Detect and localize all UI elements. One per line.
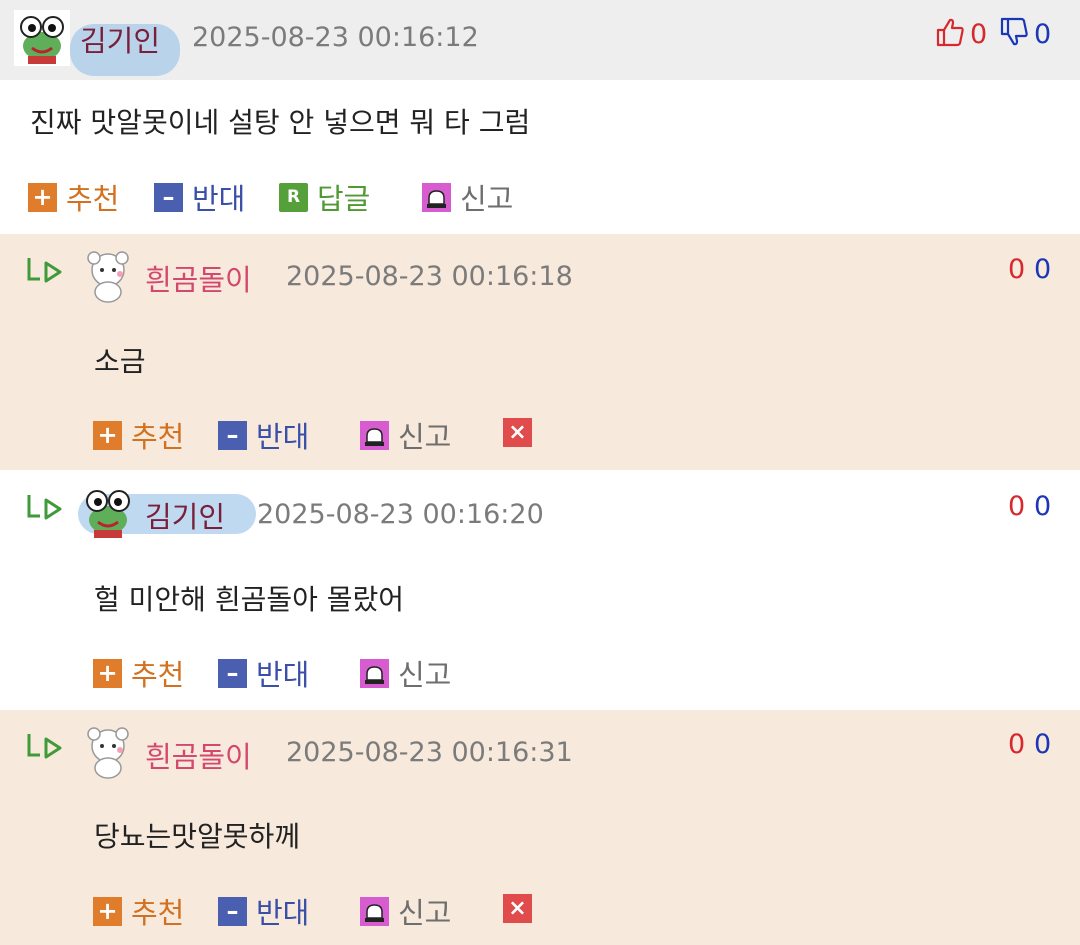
plus-icon: + bbox=[93, 420, 122, 450]
upvote-button[interactable]: 0 bbox=[934, 16, 987, 52]
report-button[interactable]: 신고 bbox=[360, 890, 451, 932]
reply-arrow-icon bbox=[26, 255, 64, 293]
upvote-count: 0 bbox=[970, 18, 988, 50]
plus-icon: + bbox=[28, 182, 57, 212]
comment-body: 헐 미안해 흰곰돌아 몰랐어 bbox=[94, 583, 405, 616]
comment-body: 진짜 맛알못이네 설탕 안 넣으면 뭐 타 그럼 bbox=[30, 106, 531, 139]
upvote-count[interactable]: 0 bbox=[1008, 491, 1025, 522]
thumbs-down-icon bbox=[998, 16, 1030, 52]
oppose-label: 반대 bbox=[192, 182, 246, 216]
siren-icon bbox=[360, 420, 389, 450]
comment-date: 2025-08-23 00:16:18 bbox=[286, 261, 573, 292]
recommend-label: 추천 bbox=[66, 182, 120, 216]
minus-icon: – bbox=[218, 420, 247, 450]
oppose-button[interactable]: – 반대 bbox=[154, 176, 245, 218]
oppose-button[interactable]: – 반대 bbox=[218, 652, 309, 694]
report-button[interactable]: 신고 bbox=[360, 652, 451, 694]
minus-icon: – bbox=[218, 896, 247, 926]
report-label: 신고 bbox=[460, 182, 514, 216]
minus-icon: – bbox=[154, 182, 183, 212]
recommend-label: 추천 bbox=[131, 896, 185, 930]
comment-body: 당뇨는맛알못하께 bbox=[94, 820, 301, 853]
downvote-count[interactable]: 0 bbox=[1034, 254, 1051, 285]
report-label: 신고 bbox=[398, 420, 452, 454]
recommend-button[interactable]: + 추천 bbox=[93, 890, 184, 932]
frog-avatar-icon[interactable] bbox=[14, 10, 70, 66]
recommend-label: 추천 bbox=[131, 420, 185, 454]
oppose-label: 반대 bbox=[256, 420, 310, 454]
plus-icon: + bbox=[93, 896, 122, 926]
reply-badge-icon: R bbox=[279, 182, 308, 212]
oppose-button[interactable]: – 반대 bbox=[218, 890, 309, 932]
comment-author[interactable]: 흰곰돌이 bbox=[145, 734, 252, 776]
report-button[interactable]: 신고 bbox=[360, 414, 451, 456]
reply-arrow-icon bbox=[26, 731, 64, 769]
upvote-count[interactable]: 0 bbox=[1008, 729, 1025, 760]
delete-icon[interactable]: × bbox=[503, 894, 532, 923]
comment-author[interactable]: 김기인 bbox=[80, 18, 160, 60]
oppose-label: 반대 bbox=[256, 658, 310, 692]
report-button[interactable]: 신고 bbox=[422, 176, 513, 218]
recommend-label: 추천 bbox=[131, 658, 185, 692]
comment-body: 소금 bbox=[94, 345, 146, 378]
report-label: 신고 bbox=[398, 896, 452, 930]
comment-date: 2025-08-23 00:16:31 bbox=[286, 737, 573, 768]
comment-date: 2025-08-23 00:16:12 bbox=[192, 22, 479, 53]
reply-arrow-icon bbox=[26, 492, 64, 530]
frog-avatar-icon[interactable] bbox=[80, 484, 136, 540]
siren-icon bbox=[360, 658, 389, 688]
siren-icon bbox=[360, 896, 389, 926]
plus-icon: + bbox=[93, 658, 122, 688]
report-label: 신고 bbox=[398, 658, 452, 692]
reply-button[interactable]: R 답글 bbox=[279, 176, 370, 218]
reply-label: 답글 bbox=[317, 182, 371, 216]
upvote-count[interactable]: 0 bbox=[1008, 254, 1025, 285]
oppose-label: 반대 bbox=[256, 896, 310, 930]
downvote-count[interactable]: 0 bbox=[1034, 491, 1051, 522]
downvote-button[interactable]: 0 bbox=[998, 16, 1051, 52]
thumbs-up-icon bbox=[934, 16, 966, 52]
recommend-button[interactable]: + 추천 bbox=[93, 652, 184, 694]
oppose-button[interactable]: – 반대 bbox=[218, 414, 309, 456]
siren-icon bbox=[422, 182, 451, 212]
comment-date: 2025-08-23 00:16:20 bbox=[257, 499, 544, 530]
minus-icon: – bbox=[218, 658, 247, 688]
comment-author[interactable]: 흰곰돌이 bbox=[145, 257, 252, 299]
comment-author[interactable]: 김기인 bbox=[145, 494, 225, 536]
bear-avatar-icon[interactable] bbox=[80, 248, 136, 304]
recommend-button[interactable]: + 추천 bbox=[93, 414, 184, 456]
bear-avatar-icon[interactable] bbox=[80, 724, 136, 780]
downvote-count: 0 bbox=[1034, 18, 1052, 50]
delete-icon[interactable]: × bbox=[503, 418, 532, 447]
downvote-count[interactable]: 0 bbox=[1034, 729, 1051, 760]
recommend-button[interactable]: + 추천 bbox=[28, 176, 119, 218]
